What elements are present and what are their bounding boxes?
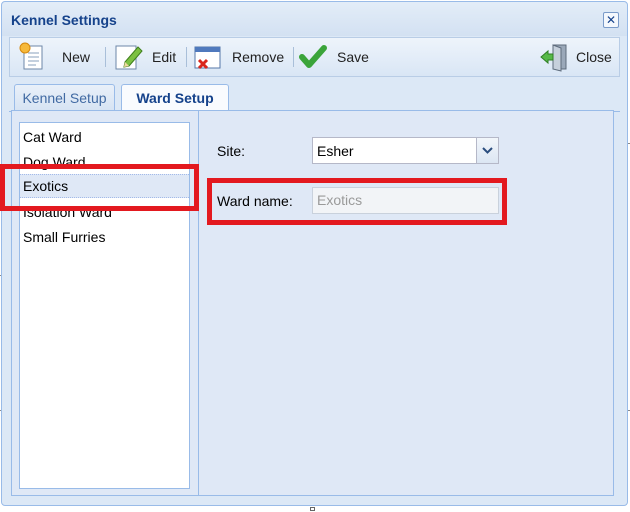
close-button[interactable]: Close (540, 41, 612, 73)
site-select-value: Esher (317, 143, 354, 159)
new-button-label: New (62, 49, 91, 65)
new-button[interactable]: New (18, 41, 90, 73)
save-button[interactable]: Save (298, 41, 369, 73)
remove-icon (194, 46, 221, 70)
title-bar[interactable]: Kennel Settings ✕ (2, 2, 627, 36)
toolbar-separator (186, 47, 187, 67)
site-label: Site: (217, 143, 246, 159)
ward-list-item[interactable]: Cat Ward (20, 125, 189, 149)
site-select-trigger[interactable] (476, 138, 498, 163)
close-x-icon[interactable]: ✕ (603, 12, 619, 28)
new-document-icon (19, 42, 43, 70)
tab-kennel-setup[interactable]: Kennel Setup (14, 84, 115, 111)
remove-button-label: Remove (232, 49, 285, 65)
toolbar: New Edit Remove Save Close (9, 37, 620, 77)
close-button-label: Close (576, 49, 612, 65)
tab-strip: Kennel Setup Ward Setup (9, 79, 620, 112)
window-title: Kennel Settings (11, 12, 117, 28)
save-check-icon (299, 45, 327, 68)
close-door-icon (540, 44, 567, 72)
chevron-down-icon (482, 147, 493, 154)
edit-pencil-icon (115, 45, 143, 70)
remove-button[interactable]: Remove (193, 41, 284, 73)
edit-button[interactable]: Edit (113, 41, 176, 73)
toolbar-separator (293, 47, 294, 67)
save-button-label: Save (337, 49, 369, 65)
tab-ward-setup[interactable]: Ward Setup (121, 84, 229, 112)
highlight-box-ward-name (207, 178, 507, 225)
background-edge (310, 507, 315, 511)
highlight-box-exotics (0, 164, 199, 211)
ward-list-item[interactable]: Small Furries (20, 225, 189, 249)
edit-button-label: Edit (152, 49, 177, 65)
site-select[interactable]: Esher (312, 137, 499, 164)
toolbar-separator (105, 47, 106, 67)
